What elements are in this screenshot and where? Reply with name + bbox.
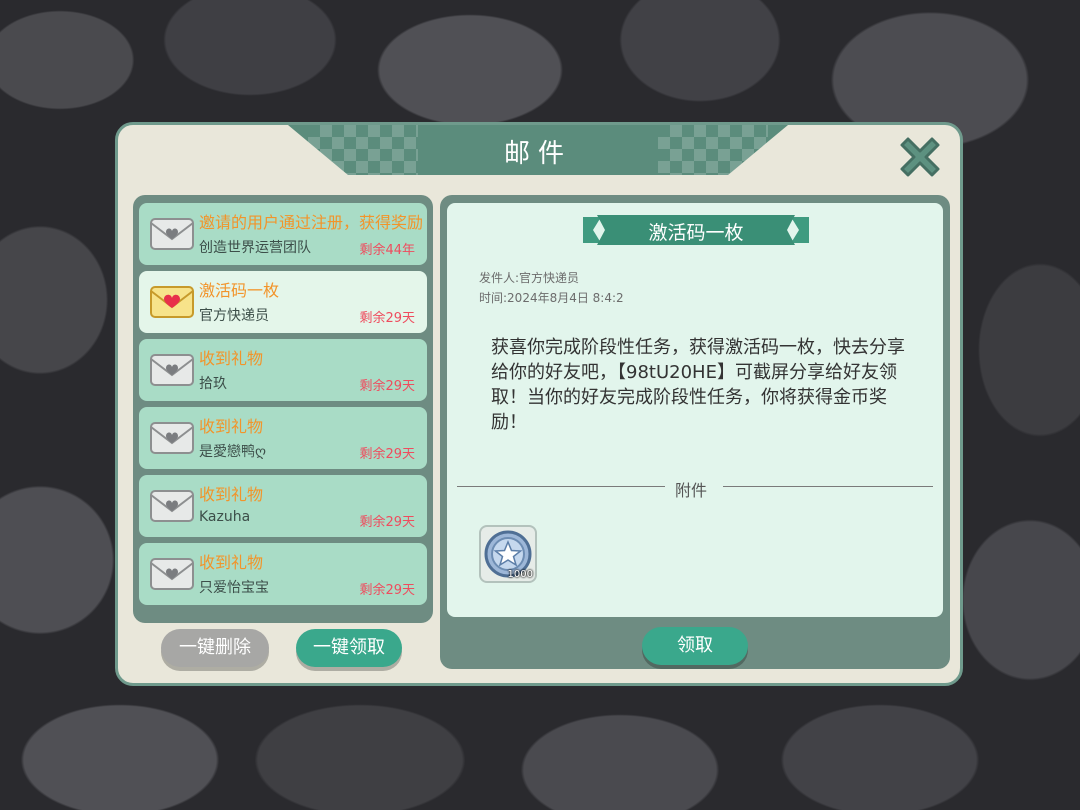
close-icon[interactable] (894, 131, 946, 183)
mail-sender: 拾玖 (199, 376, 227, 392)
divider-right (723, 486, 933, 487)
divider-left (457, 486, 665, 487)
mail-dialog: 邮件 邀请的用户通过注册，获得奖励 创造世界运营团队 剩余44年 激活码一枚 官… (115, 122, 963, 686)
envelope-icon (150, 218, 194, 250)
mail-item-0[interactable]: 邀请的用户通过注册，获得奖励 创造世界运营团队 剩余44年 (139, 203, 427, 265)
mail-detail-panel: 激活码一枚 发件人:官方快递员 时间:2024年8月4日 8:4:2 获喜你完成… (440, 195, 950, 669)
detail-body: 获喜你完成阶段性任务，获得激活码一枚，快去分享给你的好友吧，【98tU20HE】… (491, 337, 905, 433)
mail-detail-content: 激活码一枚 发件人:官方快递员 时间:2024年8月4日 8:4:2 获喜你完成… (447, 203, 943, 617)
detail-title: 激活码一枚 (648, 222, 744, 244)
heart-envelope-icon (150, 286, 194, 318)
mail-remaining: 剩余29天 (359, 311, 415, 326)
mail-subject: 收到礼物 (199, 349, 264, 368)
attachment-quantity: 1000 (507, 569, 533, 580)
mail-subject: 收到礼物 (199, 417, 264, 436)
envelope-icon (150, 558, 194, 590)
claim-all-button[interactable]: 一键领取 (296, 629, 402, 667)
mail-subject: 收到礼物 (199, 553, 264, 572)
mail-remaining: 剩余29天 (359, 447, 415, 462)
envelope-icon (150, 354, 194, 386)
mail-item-4[interactable]: 收到礼物 Kazuha 剩余29天 (139, 475, 427, 537)
mail-sender: 是愛戀鸭ღ (199, 444, 267, 460)
detail-title-ribbon: 激活码一枚 (583, 213, 809, 247)
mail-list: 邀请的用户通过注册，获得奖励 创造世界运营团队 剩余44年 激活码一枚 官方快递… (133, 195, 433, 623)
envelope-icon (150, 490, 194, 522)
mail-remaining: 剩余29天 (359, 515, 415, 530)
mail-remaining: 剩余44年 (359, 243, 415, 258)
mail-item-1[interactable]: 激活码一枚 官方快递员 剩余29天 (139, 271, 427, 333)
detail-sender: 发件人:官方快递员 (479, 271, 580, 285)
mail-remaining: 剩余29天 (359, 583, 415, 598)
mail-item-2[interactable]: 收到礼物 拾玖 剩余29天 (139, 339, 427, 401)
mail-subject: 收到礼物 (199, 485, 264, 504)
mail-subject: 激活码一枚 (199, 281, 280, 300)
envelope-icon (150, 422, 194, 454)
title-bar: 邮件 (288, 125, 788, 175)
dialog-title: 邮件 (503, 139, 572, 169)
delete-all-button[interactable]: 一键删除 (161, 629, 269, 667)
mail-sender: 官方快递员 (199, 308, 269, 324)
mail-subject: 邀请的用户通过注册，获得奖励 (199, 213, 423, 232)
mail-sender: Kazuha (199, 509, 251, 525)
mail-sender: 创造世界运营团队 (199, 240, 311, 256)
mail-remaining: 剩余29天 (359, 379, 415, 394)
mail-item-5[interactable]: 收到礼物 只爱怡宝宝 剩余29天 (139, 543, 427, 605)
attachment-label: 附件 (675, 481, 708, 500)
mail-item-3[interactable]: 收到礼物 是愛戀鸭ღ 剩余29天 (139, 407, 427, 469)
claim-button[interactable]: 领取 (642, 627, 748, 665)
mail-sender: 只爱怡宝宝 (199, 580, 269, 596)
detail-time: 时间:2024年8月4日 8:4:2 (479, 291, 624, 305)
attachment-item[interactable]: 1000 (479, 525, 537, 583)
